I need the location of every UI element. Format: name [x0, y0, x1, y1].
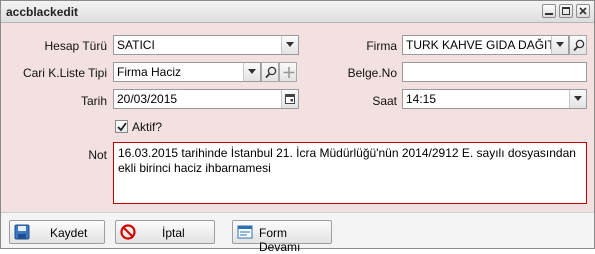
- cancel-icon: [120, 224, 136, 240]
- form-continue-button-label: Form Devamı: [259, 226, 301, 254]
- cancel-button[interactable]: İptal: [115, 220, 215, 244]
- cari-liste-tipi-value: Firma Haciz: [117, 65, 182, 79]
- save-button-label: Kaydet: [50, 226, 88, 240]
- firma-label: Firma: [366, 39, 397, 53]
- hesap-turu-select[interactable]: SATICI: [113, 35, 299, 55]
- saat-select[interactable]: 14:15: [402, 89, 587, 109]
- maximize-button[interactable]: [559, 4, 573, 18]
- tarih-value: 20/03/2015: [117, 92, 178, 106]
- tarih-input[interactable]: 20/03/2015: [113, 89, 299, 109]
- plus-icon: [283, 67, 295, 78]
- firma-dropdown-button[interactable]: [551, 36, 568, 54]
- cari-liste-tipi-label: Cari K.Liste Tipi: [22, 66, 107, 80]
- not-text-line-2: ekli birinci haciz ihbarnamesi: [118, 161, 271, 175]
- maximize-icon: [562, 7, 570, 15]
- tarih-label: Tarih: [80, 94, 107, 108]
- chevron-down-icon: [574, 96, 582, 101]
- accblackedit-window: accblackedit Hesap Türü SATICI Firma TUR…: [0, 0, 595, 254]
- cari-liste-tipi-dropdown-button[interactable]: [243, 63, 260, 81]
- saat-dropdown-button[interactable]: [569, 90, 586, 108]
- cancel-button-label: İptal: [162, 226, 185, 240]
- save-icon: [14, 224, 30, 240]
- search-icon: [573, 39, 585, 52]
- footer-toolbar: Kaydet İptal Form Devamı: [1, 212, 594, 254]
- firma-value: TURK KAHVE GIDA DAĞITI: [406, 38, 559, 52]
- hesap-turu-label: Hesap Türü: [44, 39, 107, 53]
- title-bar: accblackedit: [1, 1, 594, 23]
- belge-no-input[interactable]: [402, 62, 587, 82]
- calendar-button[interactable]: [281, 90, 298, 108]
- cari-liste-tipi-select[interactable]: Firma Haciz: [113, 62, 261, 82]
- firma-search-button[interactable]: [569, 35, 587, 55]
- form-body: Hesap Türü SATICI Firma TURK KAHVE GIDA …: [1, 24, 594, 211]
- chevron-down-icon: [556, 42, 564, 47]
- not-textarea[interactable]: 16.03.2015 tarihinde İstanbul 21. İcra M…: [113, 142, 587, 204]
- form-continue-button[interactable]: Form Devamı: [232, 220, 332, 254]
- chevron-down-icon: [248, 69, 256, 74]
- save-button[interactable]: Kaydet: [9, 220, 105, 244]
- not-label: Not: [88, 148, 107, 162]
- window-title: accblackedit: [6, 5, 79, 19]
- close-button[interactable]: [576, 4, 590, 18]
- hesap-turu-value: SATICI: [117, 38, 155, 52]
- cari-liste-tipi-search-button[interactable]: [261, 62, 279, 82]
- minimize-button[interactable]: [542, 4, 556, 18]
- aktif-label: Aktif?: [132, 120, 163, 134]
- close-icon: [579, 7, 587, 15]
- not-text-line-1: 16.03.2015 tarihinde İstanbul 21. İcra M…: [118, 146, 576, 160]
- aktif-checkbox[interactable]: [115, 120, 128, 133]
- firma-select[interactable]: TURK KAHVE GIDA DAĞITI: [402, 35, 569, 55]
- saat-value: 14:15: [406, 92, 437, 106]
- search-icon: [265, 66, 277, 79]
- calendar-icon: [285, 94, 295, 104]
- saat-label: Saat: [372, 94, 397, 108]
- cari-liste-tipi-add-button[interactable]: [279, 62, 297, 82]
- minimize-icon: [545, 13, 553, 15]
- belge-no-label: Belge.No: [347, 66, 397, 80]
- hesap-turu-dropdown-button[interactable]: [281, 36, 298, 54]
- form-icon: [237, 225, 253, 239]
- checkmark-icon: [117, 122, 127, 132]
- chevron-down-icon: [286, 42, 294, 47]
